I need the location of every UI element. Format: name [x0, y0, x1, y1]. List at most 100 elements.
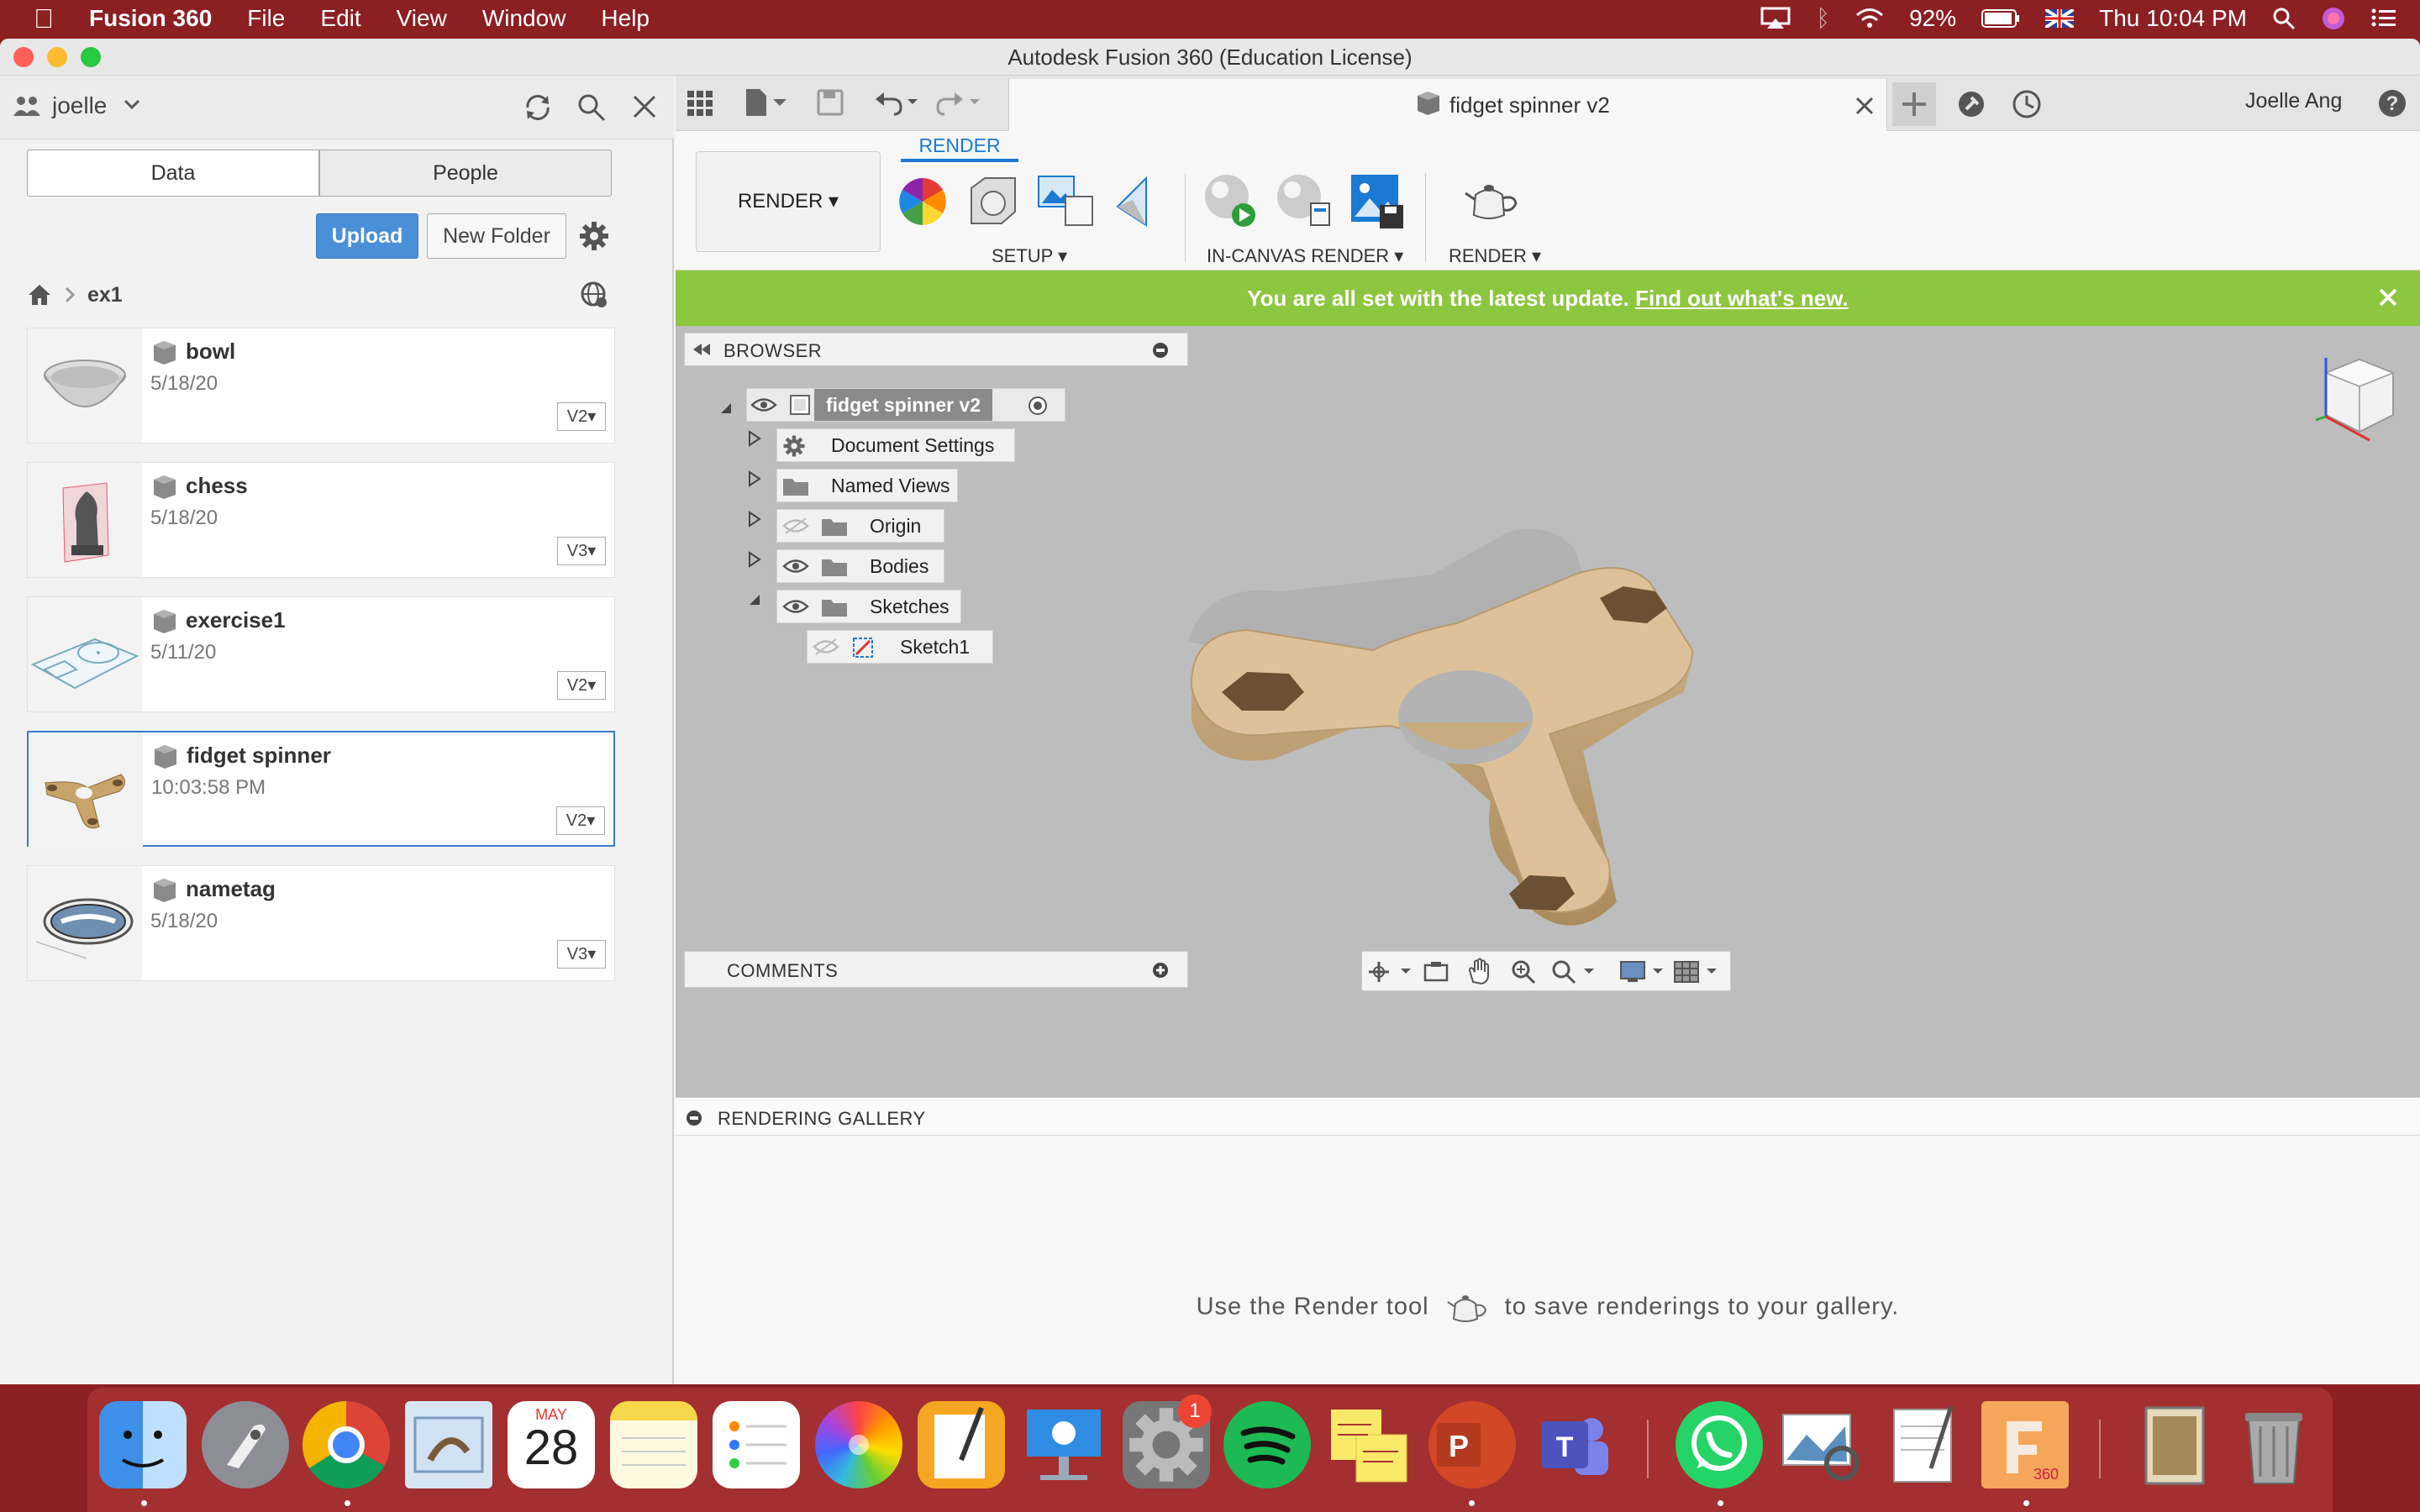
save-icon[interactable] [817, 89, 844, 116]
zoom-icon[interactable] [1510, 958, 1537, 985]
powerpoint-icon[interactable]: P [1428, 1401, 1516, 1488]
breadcrumb-folder[interactable]: ex1 [87, 283, 123, 307]
teams-icon[interactable]: T [1531, 1401, 1618, 1488]
upload-button[interactable]: Upload [316, 213, 418, 259]
look-at-icon[interactable] [1423, 960, 1449, 984]
fusion-360-icon[interactable]: 360 [1981, 1401, 2069, 1488]
siri-icon[interactable] [2321, 6, 2346, 31]
document-tab-title[interactable]: fidget spinner v2 [1449, 92, 1610, 118]
zoom-window-button[interactable] [81, 47, 101, 67]
orbit-icon[interactable] [1367, 958, 1416, 985]
mail-icon[interactable] [405, 1401, 492, 1488]
menu-view[interactable]: View [397, 5, 447, 32]
notification-center-icon[interactable] [2371, 8, 2396, 29]
version-dropdown[interactable]: V2▾ [557, 402, 606, 431]
scene-settings-icon[interactable] [1037, 175, 1096, 228]
menu-edit[interactable]: Edit [320, 5, 360, 32]
expand-triangle-icon[interactable] [746, 551, 763, 568]
pan-hand-icon[interactable] [1466, 957, 1493, 985]
search-icon[interactable] [576, 92, 607, 123]
spotlight-search-icon[interactable] [2272, 7, 2296, 30]
file-item-nametag[interactable]: nametag 5/18/20 V3▾ [27, 865, 615, 981]
refresh-icon[interactable] [523, 92, 553, 123]
browser-node-named-views[interactable]: Named Views [776, 469, 958, 502]
close-window-button[interactable] [13, 47, 34, 67]
notes-icon[interactable] [610, 1401, 697, 1488]
expand-triangle-icon[interactable] [746, 511, 763, 528]
finder-icon[interactable] [99, 1401, 187, 1488]
bluetooth-icon[interactable]: ᛒ [1816, 5, 1830, 32]
tab-data[interactable]: Data [27, 150, 319, 197]
root-node-label[interactable]: fidget spinner v2 [814, 389, 993, 421]
undo-icon[interactable] [874, 89, 921, 116]
app-menu[interactable]: Fusion 360 [89, 5, 212, 32]
fidget-spinner-model[interactable] [1180, 524, 1751, 995]
extensions-icon[interactable] [1956, 89, 1986, 119]
version-dropdown[interactable]: V2▾ [557, 671, 606, 700]
file-item-fidget-spinner[interactable]: fidget spinner 10:03:58 PM V2▾ [27, 731, 615, 847]
capture-image-icon[interactable] [1349, 171, 1405, 230]
preview-icon[interactable] [1778, 1401, 1865, 1488]
collapse-triangle-icon[interactable] [746, 591, 763, 608]
file-item-chess[interactable]: chess 5/18/20 V3▾ [27, 462, 615, 578]
workspace-switcher[interactable]: RENDER ▾ [696, 151, 881, 252]
ribbon-tab-render[interactable]: RENDER [901, 134, 1018, 162]
redo-icon[interactable] [936, 89, 983, 116]
home-icon[interactable] [27, 283, 52, 307]
stickies-icon[interactable] [1326, 1401, 1413, 1488]
3d-viewport[interactable]: BROWSER fidget spinner v2 Document Setti… [676, 326, 2420, 1097]
browser-minimize-icon[interactable] [1152, 342, 1169, 359]
photos-icon[interactable] [815, 1401, 902, 1488]
team-selector[interactable]: joelle [52, 92, 107, 119]
new-tab-plus-icon[interactable] [1892, 82, 1936, 126]
grid-settings-icon[interactable] [1673, 958, 1723, 985]
trash-icon[interactable] [2230, 1401, 2317, 1488]
browser-node-sketches[interactable]: Sketches [776, 590, 961, 623]
keynote-icon[interactable] [1020, 1401, 1107, 1488]
version-dropdown[interactable]: V3▾ [557, 940, 606, 969]
browser-node-document-settings[interactable]: Document Settings [776, 428, 1015, 462]
file-name[interactable]: bowl [186, 339, 235, 365]
downloads-stack-icon[interactable] [2131, 1401, 2218, 1488]
spotify-icon[interactable] [1223, 1401, 1311, 1488]
physical-material-icon[interactable] [966, 175, 1020, 228]
help-icon[interactable]: ? [2376, 87, 2408, 119]
version-dropdown[interactable]: V3▾ [557, 537, 606, 565]
battery-icon[interactable] [1981, 8, 2020, 29]
view-cube[interactable] [2309, 348, 2402, 457]
collapse-left-icon[interactable] [692, 340, 712, 359]
file-name[interactable]: chess [186, 473, 248, 499]
close-tab-icon[interactable] [1854, 96, 1875, 116]
activate-radio-icon[interactable] [1028, 396, 1048, 416]
display-settings-icon[interactable] [1619, 958, 1670, 985]
wifi-icon[interactable] [1855, 8, 1884, 29]
team-icon[interactable] [13, 94, 42, 119]
expand-triangle-icon[interactable] [746, 430, 763, 447]
hidden-eye-icon[interactable] [782, 517, 809, 535]
user-account-menu[interactable]: Joelle Ang [2245, 89, 2342, 113]
browser-node-origin[interactable]: Origin [776, 509, 944, 543]
launchpad-icon[interactable] [202, 1401, 289, 1488]
browser-node-bodies[interactable]: Bodies [776, 549, 944, 583]
chevron-down-icon[interactable] [123, 96, 141, 113]
calendar-icon[interactable]: MAY 28 [508, 1401, 595, 1488]
menu-help[interactable]: Help [601, 5, 650, 32]
close-panel-icon[interactable] [632, 94, 657, 119]
menu-window[interactable]: Window [482, 5, 566, 32]
render-group-label[interactable]: RENDER ▾ [1449, 245, 1541, 267]
eye-icon[interactable] [750, 396, 777, 414]
file-name[interactable]: fidget spinner [187, 743, 331, 769]
browser-node-sketch1[interactable]: Sketch1 [807, 630, 993, 664]
expand-triangle-icon[interactable] [746, 470, 763, 487]
in-canvas-render-group-label[interactable]: IN-CANVAS RENDER ▾ [1207, 245, 1403, 267]
whats-new-link[interactable]: Find out what's new. [1635, 286, 1849, 311]
appearance-icon[interactable] [896, 175, 950, 228]
globe-icon[interactable] [580, 281, 608, 309]
comments-panel[interactable]: COMMENTS [684, 951, 1188, 988]
collapse-gallery-icon[interactable] [686, 1110, 702, 1126]
gear-icon[interactable] [578, 220, 610, 252]
setup-group-label[interactable]: SETUP ▾ [992, 245, 1067, 267]
textedit-icon[interactable] [1881, 1401, 1968, 1488]
clock[interactable]: Thu 10:04 PM [2099, 5, 2247, 32]
browser-header[interactable]: BROWSER [684, 333, 1188, 366]
